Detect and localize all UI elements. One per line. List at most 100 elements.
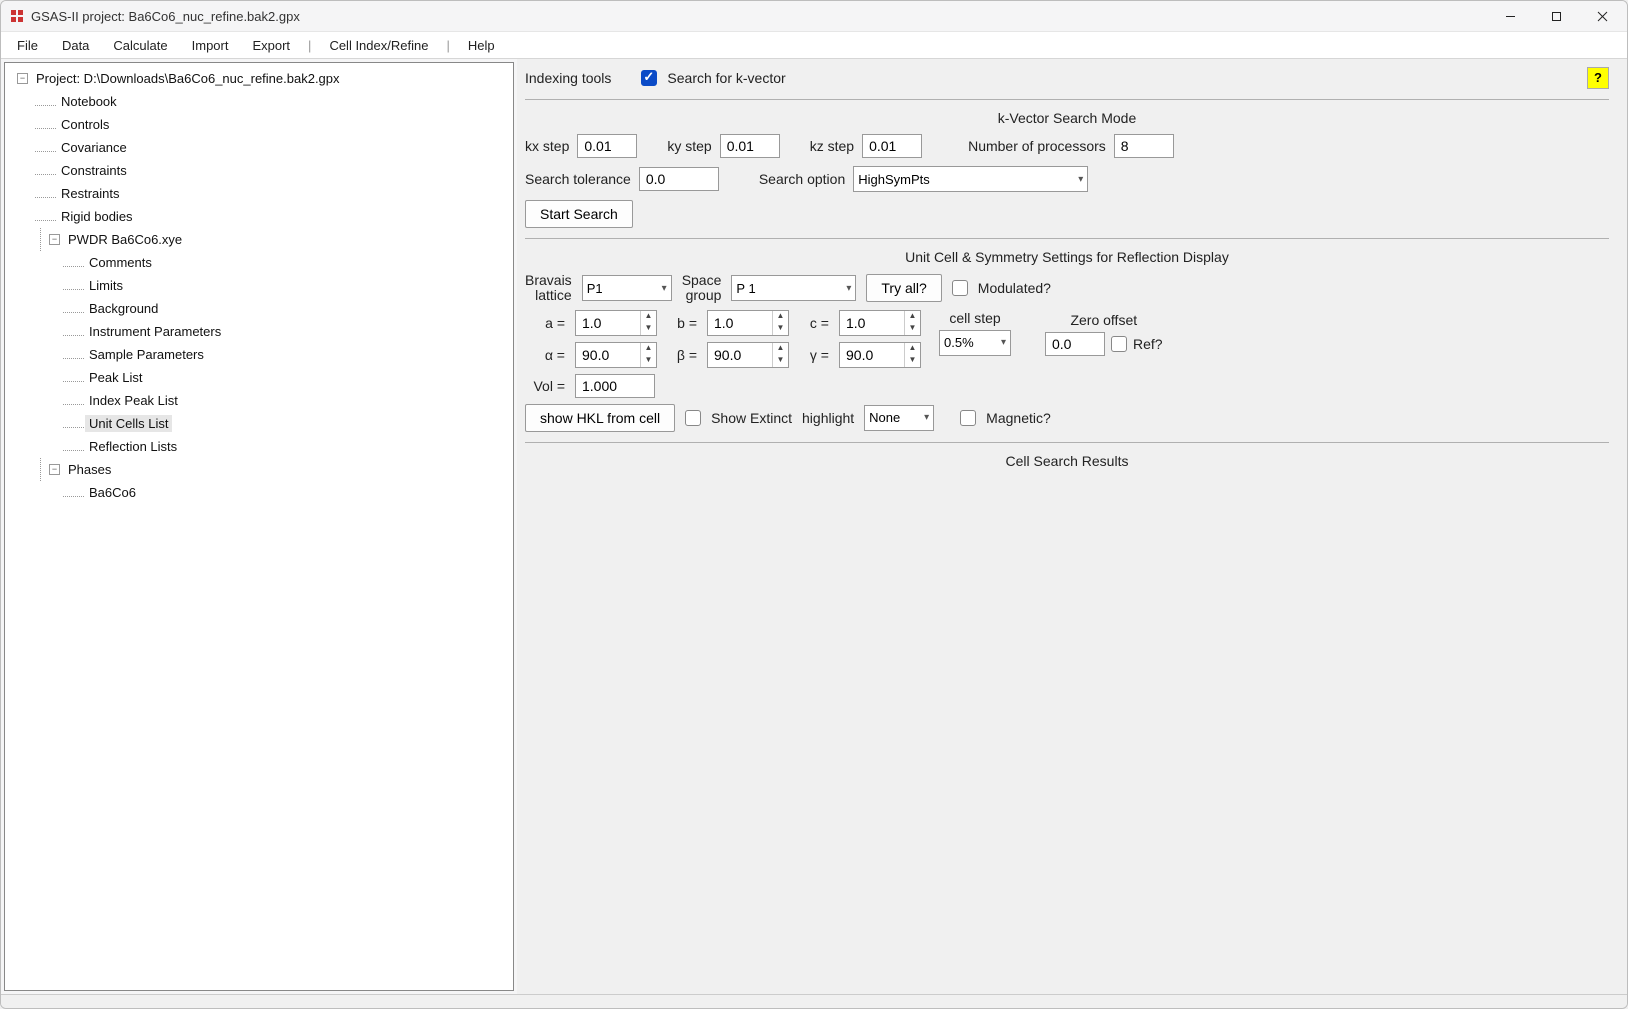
spacegroup-select[interactable]: P 1 ▾ — [731, 275, 856, 301]
separator — [525, 442, 1609, 443]
tree-project[interactable]: Project: D:\Downloads\Ba6Co6_nuc_refine.… — [32, 70, 344, 87]
tree-peak-list[interactable]: Peak List — [85, 369, 146, 386]
c-spin[interactable]: ▲▼ — [839, 310, 921, 336]
tree-rigid-bodies[interactable]: Rigid bodies — [57, 208, 137, 225]
statusbar — [1, 994, 1627, 1008]
kx-step-input[interactable] — [577, 134, 637, 158]
show-hkl-button[interactable]: show HKL from cell — [525, 404, 675, 432]
tree-pwdr[interactable]: PWDR Ba6Co6.xye — [64, 231, 186, 248]
tree-sample-parameters[interactable]: Sample Parameters — [85, 346, 208, 363]
chevron-down-icon: ▾ — [1001, 337, 1006, 348]
maximize-button[interactable] — [1533, 1, 1579, 31]
a-input[interactable] — [576, 311, 640, 335]
tree-panel: −Project: D:\Downloads\Ba6Co6_nuc_refine… — [1, 59, 517, 994]
menu-cell-index-refine[interactable]: Cell Index/Refine — [319, 34, 438, 57]
show-extinct-checkbox[interactable] — [685, 410, 701, 426]
menu-calculate[interactable]: Calculate — [103, 34, 177, 57]
tree-unit-cells-list[interactable]: Unit Cells List — [85, 415, 172, 432]
try-all-button[interactable]: Try all? — [866, 274, 941, 302]
cell-step-select[interactable]: 0.5% ▾ — [939, 330, 1011, 356]
kx-step-label: kx step — [525, 138, 569, 154]
alpha-input[interactable] — [576, 343, 640, 367]
tree-covariance[interactable]: Covariance — [57, 139, 131, 156]
spin-down-icon[interactable]: ▼ — [641, 323, 656, 335]
gamma-input[interactable] — [840, 343, 904, 367]
tree-background[interactable]: Background — [85, 300, 162, 317]
menu-help[interactable]: Help — [458, 34, 505, 57]
spin-down-icon[interactable]: ▼ — [773, 355, 788, 367]
highlight-select[interactable]: None ▾ — [864, 405, 934, 431]
help-button[interactable]: ? — [1587, 67, 1609, 89]
gamma-spin[interactable]: ▲▼ — [839, 342, 921, 368]
alpha-spin[interactable]: ▲▼ — [575, 342, 657, 368]
kz-step-input[interactable] — [862, 134, 922, 158]
b-input[interactable] — [708, 311, 772, 335]
kz-step-label: kz step — [810, 138, 854, 154]
titlebar: GSAS-II project: Ba6Co6_nuc_refine.bak2.… — [1, 1, 1627, 31]
tree-reflection-lists[interactable]: Reflection Lists — [85, 438, 181, 455]
collapse-icon[interactable]: − — [17, 73, 28, 84]
zero-offset-input[interactable] — [1045, 332, 1105, 356]
chevron-down-icon: ▾ — [924, 412, 929, 423]
separator — [525, 238, 1609, 239]
tree-instrument-parameters[interactable]: Instrument Parameters — [85, 323, 225, 340]
project-tree[interactable]: −Project: D:\Downloads\Ba6Co6_nuc_refine… — [4, 62, 514, 991]
tree-phase-ba6co6[interactable]: Ba6Co6 — [85, 484, 140, 501]
bravais-label-2: lattice — [535, 287, 572, 303]
search-k-vector-checkbox[interactable] — [641, 70, 657, 86]
bravais-select[interactable]: P1 ▾ — [582, 275, 672, 301]
bravais-value: P1 — [587, 281, 603, 296]
cell-step-value: 0.5% — [944, 335, 974, 350]
spin-up-icon[interactable]: ▲ — [905, 343, 920, 355]
a-spin[interactable]: ▲▼ — [575, 310, 657, 336]
cell-search-results-label: Cell Search Results — [525, 453, 1609, 469]
search-tol-input[interactable] — [639, 167, 719, 191]
tree-phases[interactable]: Phases — [64, 461, 115, 478]
beta-input[interactable] — [708, 343, 772, 367]
spin-up-icon[interactable]: ▲ — [641, 343, 656, 355]
tree-notebook[interactable]: Notebook — [57, 93, 121, 110]
tree-limits[interactable]: Limits — [85, 277, 127, 294]
spin-down-icon[interactable]: ▼ — [641, 355, 656, 367]
modulated-checkbox[interactable] — [952, 280, 968, 296]
b-spin[interactable]: ▲▼ — [707, 310, 789, 336]
spin-down-icon[interactable]: ▼ — [773, 323, 788, 335]
magnetic-checkbox[interactable] — [960, 410, 976, 426]
tree-index-peak-list[interactable]: Index Peak List — [85, 392, 182, 409]
vol-input[interactable] — [575, 374, 655, 398]
menu-data[interactable]: Data — [52, 34, 99, 57]
menu-export[interactable]: Export — [242, 34, 300, 57]
spin-down-icon[interactable]: ▼ — [905, 355, 920, 367]
nproc-input[interactable] — [1114, 134, 1174, 158]
tree-comments[interactable]: Comments — [85, 254, 156, 271]
beta-label: β = — [667, 347, 697, 363]
vol-label: Vol = — [525, 378, 565, 394]
search-option-select[interactable]: HighSymPts ▾ — [853, 166, 1088, 192]
ky-step-input[interactable] — [720, 134, 780, 158]
start-search-button[interactable]: Start Search — [525, 200, 633, 228]
beta-spin[interactable]: ▲▼ — [707, 342, 789, 368]
tree-restraints[interactable]: Restraints — [57, 185, 124, 202]
ref-checkbox[interactable] — [1111, 336, 1127, 352]
tree-constraints[interactable]: Constraints — [57, 162, 131, 179]
close-button[interactable] — [1579, 1, 1625, 31]
content-area: −Project: D:\Downloads\Ba6Co6_nuc_refine… — [1, 59, 1627, 994]
menu-file[interactable]: File — [7, 34, 48, 57]
spin-down-icon[interactable]: ▼ — [905, 323, 920, 335]
menu-import[interactable]: Import — [182, 34, 239, 57]
spin-up-icon[interactable]: ▲ — [773, 311, 788, 323]
collapse-icon[interactable]: − — [49, 234, 60, 245]
spin-up-icon[interactable]: ▲ — [641, 311, 656, 323]
tree-controls[interactable]: Controls — [57, 116, 113, 133]
spin-up-icon[interactable]: ▲ — [773, 343, 788, 355]
minimize-button[interactable] — [1487, 1, 1533, 31]
collapse-icon[interactable]: − — [49, 464, 60, 475]
app-icon — [9, 8, 25, 24]
alpha-label: α = — [525, 347, 565, 363]
ky-step-label: ky step — [667, 138, 711, 154]
c-input[interactable] — [840, 311, 904, 335]
ref-label: Ref? — [1133, 336, 1163, 352]
spin-up-icon[interactable]: ▲ — [905, 311, 920, 323]
gamma-label: γ = — [799, 347, 829, 363]
search-tol-label: Search tolerance — [525, 171, 631, 187]
